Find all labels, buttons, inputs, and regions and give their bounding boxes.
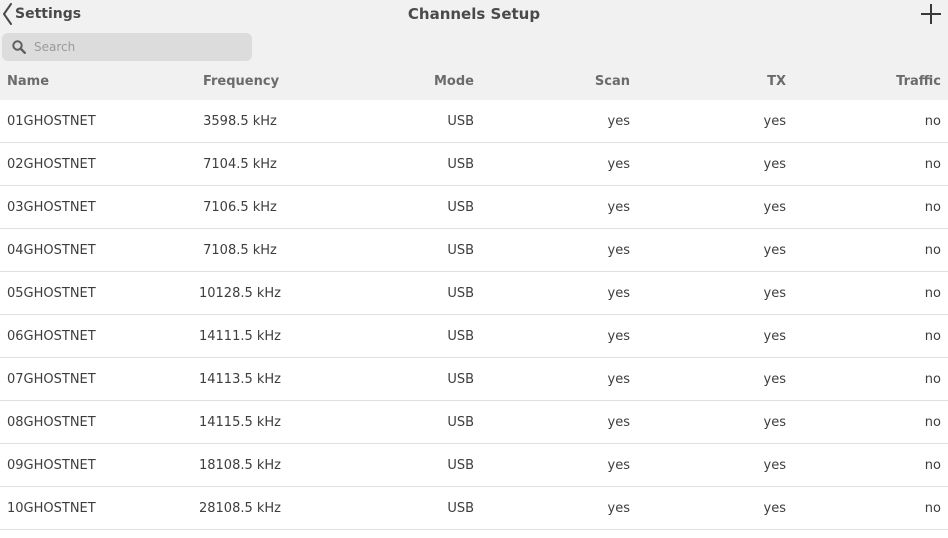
column-header-name[interactable]: Name — [7, 74, 49, 89]
cell-tx: yes — [763, 243, 786, 258]
cell-mode: USB — [447, 458, 474, 473]
search-icon — [12, 40, 26, 54]
add-channel-button[interactable] — [919, 2, 943, 26]
cell-traffic: no — [924, 372, 941, 387]
cell-frequency: 14115.5 kHz — [198, 415, 282, 430]
cell-scan: yes — [607, 243, 630, 258]
cell-tx: yes — [763, 114, 786, 129]
cell-traffic: no — [924, 501, 941, 516]
cell-frequency: 14111.5 kHz — [198, 329, 282, 344]
cell-mode: USB — [447, 243, 474, 258]
cell-traffic: no — [924, 114, 941, 129]
cell-frequency: 14113.5 kHz — [198, 372, 282, 387]
column-header-frequency[interactable]: Frequency — [181, 74, 301, 89]
cell-traffic: no — [924, 243, 941, 258]
cell-mode: USB — [447, 157, 474, 172]
cell-traffic: no — [924, 329, 941, 344]
channels-table: 01GHOSTNET 3598.5 kHz USB yes yes no 02G… — [0, 100, 948, 530]
cell-name: 08GHOSTNET — [7, 415, 96, 430]
table-row[interactable]: 02GHOSTNET 7104.5 kHz USB yes yes no — [0, 143, 948, 186]
table-row[interactable]: 05GHOSTNET 10128.5 kHz USB yes yes no — [0, 272, 948, 315]
cell-traffic: no — [924, 458, 941, 473]
cell-traffic: no — [924, 200, 941, 215]
cell-tx: yes — [763, 329, 786, 344]
cell-frequency: 7104.5 kHz — [203, 157, 277, 172]
column-header-tx[interactable]: TX — [767, 74, 786, 89]
top-bar: Settings Channels Setup Name Frequency M… — [0, 0, 948, 100]
cell-frequency: 18108.5 kHz — [198, 458, 282, 473]
table-row[interactable]: 03GHOSTNET 7106.5 kHz USB yes yes no — [0, 186, 948, 229]
cell-name: 02GHOSTNET — [7, 157, 96, 172]
back-button[interactable]: Settings — [2, 3, 81, 25]
cell-name: 04GHOSTNET — [7, 243, 96, 258]
table-header: Name Frequency Mode Scan TX Traffic — [0, 74, 948, 98]
cell-name: 01GHOSTNET — [7, 114, 96, 129]
cell-traffic: no — [924, 286, 941, 301]
chevron-left-icon — [3, 3, 12, 25]
table-row[interactable]: 10GHOSTNET 28108.5 kHz USB yes yes no — [0, 487, 948, 530]
cell-mode: USB — [447, 200, 474, 215]
table-row[interactable]: 08GHOSTNET 14115.5 kHz USB yes yes no — [0, 401, 948, 444]
column-header-scan[interactable]: Scan — [595, 74, 630, 89]
cell-mode: USB — [447, 114, 474, 129]
cell-scan: yes — [607, 329, 630, 344]
cell-scan: yes — [607, 157, 630, 172]
table-row[interactable]: 07GHOSTNET 14113.5 kHz USB yes yes no — [0, 358, 948, 401]
cell-frequency: 7106.5 kHz — [203, 200, 277, 215]
table-row[interactable]: 09GHOSTNET 18108.5 kHz USB yes yes no — [0, 444, 948, 487]
cell-frequency: 10128.5 kHz — [198, 286, 282, 301]
cell-mode: USB — [447, 501, 474, 516]
cell-name: 06GHOSTNET — [7, 329, 96, 344]
cell-traffic: no — [924, 415, 941, 430]
search-input[interactable] — [34, 40, 234, 54]
cell-scan: yes — [607, 458, 630, 473]
cell-frequency: 28108.5 kHz — [198, 501, 282, 516]
cell-mode: USB — [447, 415, 474, 430]
cell-traffic: no — [924, 157, 941, 172]
cell-mode: USB — [447, 329, 474, 344]
cell-tx: yes — [763, 415, 786, 430]
cell-name: 05GHOSTNET — [7, 286, 96, 301]
plus-icon — [921, 4, 941, 24]
cell-name: 09GHOSTNET — [7, 458, 96, 473]
table-row[interactable]: 04GHOSTNET 7108.5 kHz USB yes yes no — [0, 229, 948, 272]
cell-tx: yes — [763, 501, 786, 516]
cell-tx: yes — [763, 458, 786, 473]
cell-tx: yes — [763, 157, 786, 172]
page-title: Channels Setup — [407, 5, 541, 23]
cell-tx: yes — [763, 200, 786, 215]
cell-name: 07GHOSTNET — [7, 372, 96, 387]
cell-mode: USB — [447, 372, 474, 387]
cell-name: 03GHOSTNET — [7, 200, 96, 215]
cell-scan: yes — [607, 372, 630, 387]
cell-frequency: 3598.5 kHz — [203, 114, 277, 129]
back-label: Settings — [15, 6, 82, 22]
cell-mode: USB — [447, 286, 474, 301]
search-box[interactable] — [2, 33, 252, 61]
cell-scan: yes — [607, 200, 630, 215]
column-header-mode[interactable]: Mode — [434, 74, 474, 89]
cell-scan: yes — [607, 415, 630, 430]
cell-tx: yes — [763, 372, 786, 387]
cell-tx: yes — [763, 286, 786, 301]
cell-name: 10GHOSTNET — [7, 501, 96, 516]
cell-scan: yes — [607, 501, 630, 516]
table-row[interactable]: 06GHOSTNET 14111.5 kHz USB yes yes no — [0, 315, 948, 358]
cell-frequency: 7108.5 kHz — [203, 243, 277, 258]
column-header-traffic[interactable]: Traffic — [896, 74, 941, 89]
cell-scan: yes — [607, 114, 630, 129]
table-row[interactable]: 01GHOSTNET 3598.5 kHz USB yes yes no — [0, 100, 948, 143]
cell-scan: yes — [607, 286, 630, 301]
